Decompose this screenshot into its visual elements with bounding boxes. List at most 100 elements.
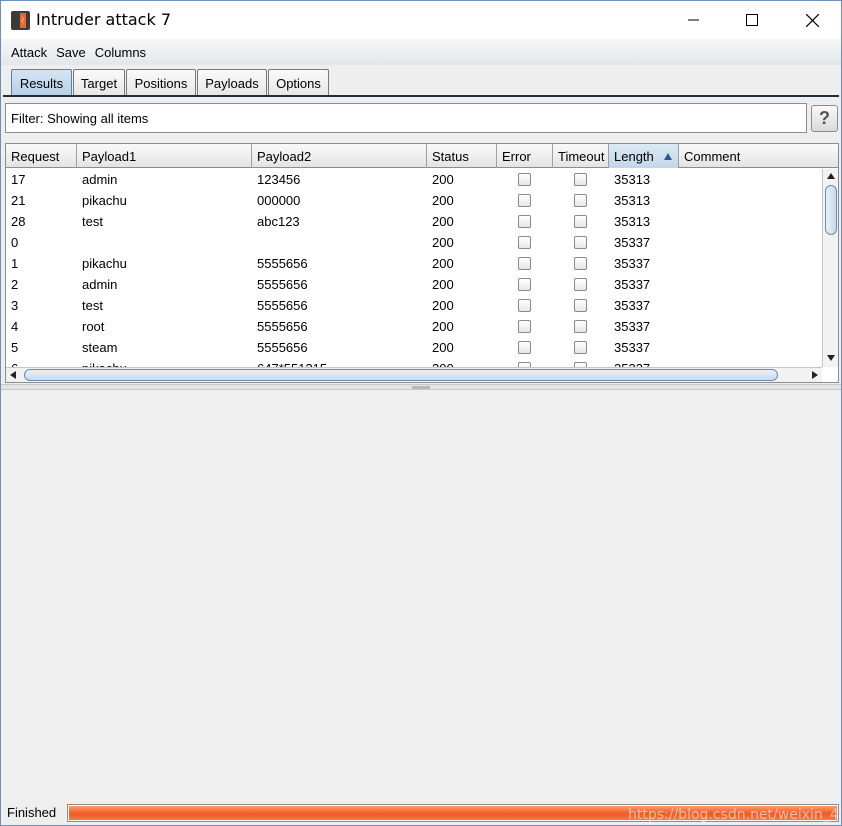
cell-payload1: root — [82, 319, 105, 334]
table-row[interactable]: 6pikachu647*551315200 35337 — [6, 358, 822, 367]
scroll-down-icon[interactable] — [827, 355, 835, 361]
help-button[interactable]: ? — [811, 105, 838, 132]
results-table: Request Payload1 Payload2 Status Error T… — [5, 143, 839, 383]
cell-comment — [679, 232, 822, 253]
scroll-right-icon[interactable] — [812, 371, 818, 379]
cell-length: 35313 — [614, 172, 651, 187]
col-header-payload1[interactable]: Payload1 — [77, 144, 252, 168]
cell-status: 200 — [432, 214, 454, 229]
error-checkbox — [518, 299, 531, 312]
table-row[interactable]: 0 200 35337 — [6, 232, 822, 253]
tab-bar: Results Target Positions Payloads Option… — [1, 65, 841, 99]
burp-app-icon — [11, 11, 30, 30]
cell-status: 200 — [432, 256, 454, 271]
cell-comment — [679, 358, 822, 367]
filter-bar[interactable]: Filter: Showing all items — [5, 103, 807, 133]
menu-attack[interactable]: Attack — [11, 45, 47, 60]
cell-status: 200 — [432, 340, 454, 355]
timeout-checkbox — [574, 236, 587, 249]
col-header-comment[interactable]: Comment — [679, 144, 838, 168]
error-checkbox — [518, 215, 531, 228]
horizontal-scrollbar[interactable] — [6, 367, 822, 382]
cell-payload2: 000000 — [257, 193, 301, 208]
error-checkbox — [518, 320, 531, 333]
error-checkbox — [518, 257, 531, 270]
cell-payload1: test — [82, 298, 103, 313]
col-header-length-label: Length — [614, 148, 654, 164]
maximize-button[interactable] — [723, 1, 781, 39]
timeout-checkbox — [574, 299, 587, 312]
cell-length: 35337 — [614, 235, 651, 250]
table-row[interactable]: 1 pikachu 5555656 200 35337 — [6, 253, 822, 274]
cell-request: 28 — [11, 214, 26, 229]
error-checkbox — [518, 236, 531, 249]
cell-comment — [679, 337, 822, 358]
col-header-payload2[interactable]: Payload2 — [252, 144, 427, 168]
table-row[interactable]: 28 test abc123 200 35313 — [6, 211, 822, 232]
cell-payload1 — [77, 232, 252, 253]
cell-request: 2 — [11, 277, 19, 292]
vertical-scroll-thumb[interactable] — [825, 185, 837, 235]
menu-save[interactable]: Save — [56, 45, 86, 60]
error-checkbox — [518, 173, 531, 186]
cell-status: 200 — [427, 358, 497, 367]
cell-payload2: 123456 — [257, 172, 301, 187]
horizontal-scroll-thumb[interactable] — [24, 369, 778, 381]
cell-comment — [679, 211, 822, 232]
col-header-error[interactable]: Error — [497, 144, 553, 168]
status-text: Finished — [7, 805, 57, 820]
menu-bar: Attack Save Columns — [1, 39, 841, 65]
request-response-pane — [1, 391, 841, 801]
scroll-up-icon[interactable] — [827, 173, 835, 179]
minimize-button[interactable] — [665, 1, 723, 39]
table-header: Request Payload1 Payload2 Status Error T… — [6, 144, 838, 168]
cell-payload2: 647*551315 — [252, 358, 427, 367]
col-header-length[interactable]: Length — [609, 144, 679, 168]
cell-comment — [679, 169, 822, 190]
cell-request: 21 — [11, 193, 26, 208]
cell-payload2: 5555656 — [257, 340, 308, 355]
timeout-checkbox — [574, 215, 587, 228]
timeout-checkbox — [574, 173, 587, 186]
cell-length: 35337 — [614, 298, 651, 313]
tab-options[interactable]: Options — [268, 69, 329, 96]
cell-payload1: pikachu — [82, 193, 127, 208]
cell-payload1: test — [82, 214, 103, 229]
status-bar: Finished https://blog.csdn.net/weixin_43… — [1, 801, 841, 825]
table-row[interactable]: 21 pikachu 000000 200 35313 — [6, 190, 822, 211]
cell-payload1: admin — [82, 172, 118, 187]
timeout-checkbox — [574, 194, 587, 207]
cell-status: 200 — [432, 277, 454, 292]
vertical-scrollbar[interactable] — [822, 169, 838, 367]
table-row[interactable]: 2 admin 5555656 200 35337 — [6, 274, 822, 295]
cell-payload2: 5555656 — [257, 277, 308, 292]
tab-results[interactable]: Results — [11, 69, 72, 96]
table-row[interactable]: 5 steam 5555656 200 35337 — [6, 337, 822, 358]
minimize-icon — [688, 19, 699, 21]
cell-request: 4 — [11, 319, 19, 334]
pane-splitter[interactable] — [1, 384, 841, 390]
col-header-request[interactable]: Request — [6, 144, 77, 168]
cell-status: 200 — [432, 298, 454, 313]
cell-payload2: 5555656 — [257, 298, 308, 313]
tab-target[interactable]: Target — [73, 69, 125, 96]
splitter-grip-icon[interactable] — [412, 386, 430, 389]
cell-payload2: 5555656 — [257, 319, 308, 334]
scroll-left-icon[interactable] — [10, 371, 16, 379]
error-checkbox — [518, 194, 531, 207]
cell-payload1: steam — [82, 340, 118, 355]
table-row[interactable]: 3 test 5555656 200 35337 — [6, 295, 822, 316]
cell-status: 200 — [432, 193, 454, 208]
close-button[interactable] — [783, 1, 841, 39]
table-row[interactable]: 17 admin 123456 200 35313 — [6, 169, 822, 190]
col-header-timeout[interactable]: Timeout — [553, 144, 609, 168]
menu-columns[interactable]: Columns — [95, 45, 146, 60]
cell-comment — [679, 253, 822, 274]
table-row[interactable]: 4 root 5555656 200 35337 — [6, 316, 822, 337]
tab-payloads[interactable]: Payloads — [197, 69, 267, 96]
tab-positions[interactable]: Positions — [126, 69, 196, 96]
cell-length: 35313 — [614, 214, 651, 229]
col-header-status[interactable]: Status — [427, 144, 497, 168]
maximize-icon — [746, 14, 758, 26]
cell-payload2 — [252, 232, 427, 253]
